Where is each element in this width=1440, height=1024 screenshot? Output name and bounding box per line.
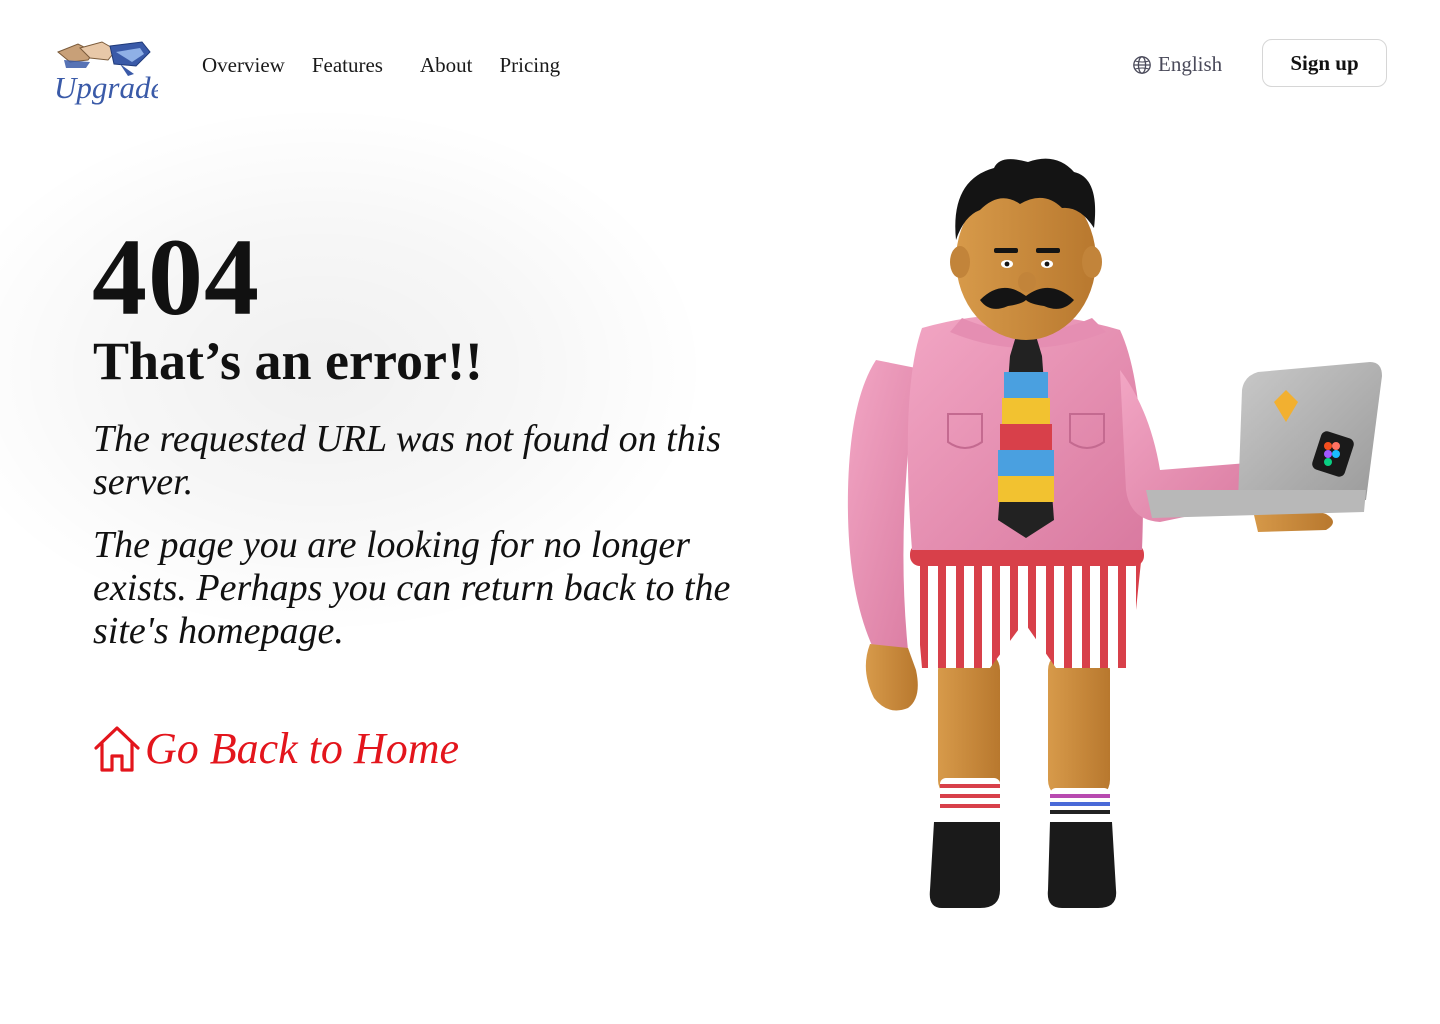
- language-selector[interactable]: English: [1132, 52, 1222, 77]
- nav-overview[interactable]: Overview: [202, 52, 285, 78]
- nav-features[interactable]: Features: [312, 52, 383, 78]
- main-nav: Overview Features About Pricing: [202, 52, 560, 78]
- logo-illustration: Upgrade: [54, 41, 158, 105]
- character-illustration: [847, 158, 1382, 908]
- go-home-link[interactable]: Go Back to Home: [93, 722, 459, 776]
- error-message-primary: The requested URL was not found on this …: [93, 418, 722, 503]
- error-page: Upgrade Overview Features About Pricing …: [0, 0, 1440, 1024]
- error-message-secondary: The page you are looking for no longer e…: [93, 524, 731, 652]
- site-header: Upgrade Overview Features About Pricing …: [0, 0, 1440, 130]
- go-home-label: Go Back to Home: [145, 724, 460, 773]
- nav-pricing[interactable]: Pricing: [499, 52, 560, 78]
- logo-wordmark: Upgrade: [54, 70, 158, 105]
- error-code: 404: [92, 216, 260, 338]
- nav-about[interactable]: About: [420, 52, 473, 78]
- house-icon: [94, 726, 140, 772]
- language-label: English: [1158, 52, 1223, 76]
- brand-logo[interactable]: Upgrade: [50, 38, 158, 108]
- error-headline: That’s an error!!: [93, 331, 483, 391]
- signup-button[interactable]: Sign up: [1262, 39, 1387, 87]
- globe-icon: [1133, 55, 1151, 74]
